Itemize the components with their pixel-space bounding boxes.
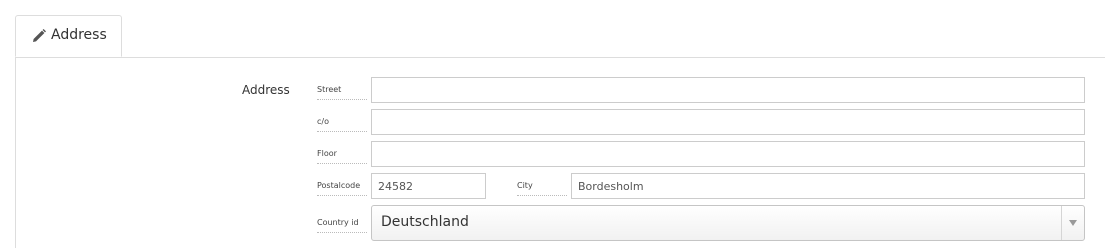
co-label: c/o (317, 117, 367, 132)
pencil-icon (33, 29, 46, 42)
caret-down-icon (1069, 220, 1077, 226)
street-input[interactable] (371, 77, 1085, 103)
address-group-label: Address (242, 83, 290, 97)
street-label: Street (317, 85, 367, 100)
city-label: City (517, 181, 567, 196)
tab-label: Address (51, 27, 107, 43)
tab-address[interactable]: Address (15, 15, 122, 57)
country-select[interactable]: Deutschland (371, 205, 1085, 241)
floor-input[interactable] (371, 141, 1085, 167)
country-select-toggle[interactable] (1061, 206, 1084, 240)
country-label: Country id (317, 218, 367, 233)
postalcode-input[interactable] (371, 173, 486, 199)
floor-label: Floor (317, 149, 367, 164)
postalcode-label: Postalcode (317, 181, 367, 196)
co-input[interactable] (371, 109, 1085, 135)
city-input[interactable] (571, 173, 1085, 199)
country-select-value: Deutschland (381, 214, 469, 230)
tab-bar: Address (15, 15, 1105, 58)
